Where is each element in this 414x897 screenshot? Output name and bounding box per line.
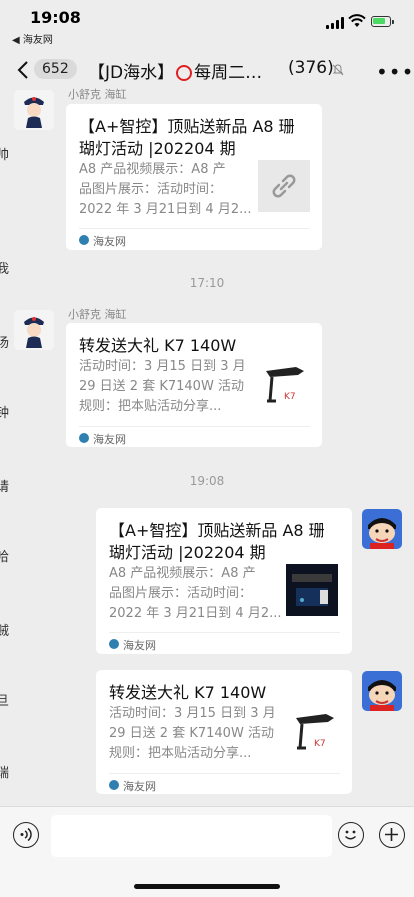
sender-avatar[interactable]	[14, 90, 54, 130]
timestamp: 19:08	[189, 474, 225, 488]
card-source: 海友网	[123, 780, 156, 793]
red-circle-icon	[176, 65, 193, 81]
card-title: 【A+智控】顶贴送新品 A8 珊瑚灯活动 |202204 期	[109, 521, 325, 562]
voice-button[interactable]	[13, 822, 39, 848]
card-desc-line: 2022 年 3 月21日到 4 月2...	[79, 202, 252, 217]
source-icon	[109, 639, 119, 649]
smiley-icon	[344, 830, 357, 840]
card-source: 海友网	[123, 639, 156, 652]
timestamp: 17:10	[189, 276, 225, 290]
back-to-app-link[interactable]: ◀ 海友网	[12, 31, 53, 46]
chat-title: 【JD海水】 每周二…	[88, 58, 262, 83]
card-desc-line: 活动时间：3 月15 日到 3 月	[79, 359, 246, 374]
card-desc-line: 品图片展示：活动时间：	[109, 586, 253, 601]
more-functions-button[interactable]	[379, 822, 405, 848]
a8-light-thumbnail	[286, 564, 338, 616]
link-card[interactable]: 转发送大礼 K7 140W 活动时间：3 月15 日到 3 月 29 日送 2 …	[96, 670, 352, 794]
chat-title-prefix: 【JD海水】	[88, 63, 175, 83]
card-title: 转发送大礼 K7 140W	[79, 336, 237, 355]
cartoon-boy-avatar-icon	[362, 671, 402, 711]
edge-char: 汤	[0, 336, 10, 351]
card-source: 海友网	[93, 433, 126, 446]
sender-avatar[interactable]	[14, 310, 54, 350]
sender-name: 小舒克 海缸	[68, 308, 127, 321]
sender-name: 小舒克 海缸	[68, 88, 127, 101]
wifi-icon	[348, 14, 366, 27]
card-title: 【A+智控】顶贴送新品 A8 珊瑚灯活动 |202204 期	[79, 117, 295, 158]
edge-char: 我	[0, 262, 10, 277]
home-indicator	[134, 884, 280, 889]
edge-char: 瑞	[0, 766, 10, 781]
k7-light-thumbnail: K7	[258, 361, 310, 413]
status-time: 19:08	[30, 8, 81, 27]
source-icon	[79, 433, 89, 443]
edge-char: 钟	[0, 406, 10, 421]
edge-char: 贼	[0, 624, 10, 639]
chat-header: 652 【JD海水】 每周二… (376) •••	[0, 46, 414, 94]
cartoon-boy-avatar-icon	[362, 509, 402, 549]
card-desc-line: 2022 年 3 月21日到 4 月2...	[109, 606, 282, 621]
edge-char: 帅	[0, 148, 10, 163]
police-cartoon-avatar-icon	[14, 90, 54, 130]
link-card[interactable]: 【A+智控】顶贴送新品 A8 珊瑚灯活动 |202204 期 A8 产品视频展示…	[66, 104, 322, 250]
cellular-signal-icon	[326, 17, 346, 29]
unread-badge[interactable]: 652	[34, 59, 77, 79]
card-desc-line: A8 产品视频展示：A8 产	[109, 566, 256, 581]
svg-text:K7: K7	[314, 739, 326, 749]
card-title: 转发送大礼 K7 140W	[109, 683, 267, 702]
message-text-input[interactable]	[51, 815, 332, 857]
police-cartoon-avatar-icon	[14, 310, 54, 350]
more-options-button[interactable]: •••	[376, 60, 414, 84]
source-icon	[79, 235, 89, 245]
card-desc-line: 29 日送 2 套 K7140W 活动	[79, 379, 244, 394]
edge-char: 哈	[0, 550, 10, 565]
status-bar: 19:08 ◀ 海友网	[0, 0, 414, 46]
voice-wave-icon	[20, 827, 32, 842]
message-input-bar	[0, 806, 414, 897]
link-card[interactable]: 转发送大礼 K7 140W 活动时间：3 月15 日到 3 月 29 日送 2 …	[66, 323, 322, 447]
battery-icon	[371, 16, 394, 27]
plus-icon	[385, 828, 398, 841]
mute-bell-icon	[332, 64, 344, 76]
card-desc-line: A8 产品视频展示：A8 产	[79, 162, 226, 177]
member-count: (376)	[288, 58, 334, 78]
link-icon	[258, 160, 310, 212]
card-source: 海友网	[93, 235, 126, 248]
link-card[interactable]: 【A+智控】顶贴送新品 A8 珊瑚灯活动 |202204 期 A8 产品视频展示…	[96, 508, 352, 654]
emoji-button[interactable]	[338, 822, 364, 848]
svg-text:K7: K7	[284, 392, 296, 402]
back-button[interactable]	[12, 58, 36, 82]
card-desc-line: 规则：把本贴活动分享...	[109, 746, 252, 761]
source-icon	[109, 780, 119, 790]
k7-light-thumbnail: K7	[288, 708, 340, 760]
card-desc-line: 29 日送 2 套 K7140W 活动	[109, 726, 274, 741]
card-desc-line: 品图片展示：活动时间：	[79, 182, 223, 197]
chat-title-suffix: 每周二…	[194, 63, 263, 83]
card-desc-line: 活动时间：3 月15 日到 3 月	[109, 706, 276, 721]
my-avatar[interactable]	[362, 671, 402, 711]
edge-char: 旦	[0, 694, 10, 709]
card-desc-line: 规则：把本贴活动分享...	[79, 399, 222, 414]
my-avatar[interactable]	[362, 509, 402, 549]
